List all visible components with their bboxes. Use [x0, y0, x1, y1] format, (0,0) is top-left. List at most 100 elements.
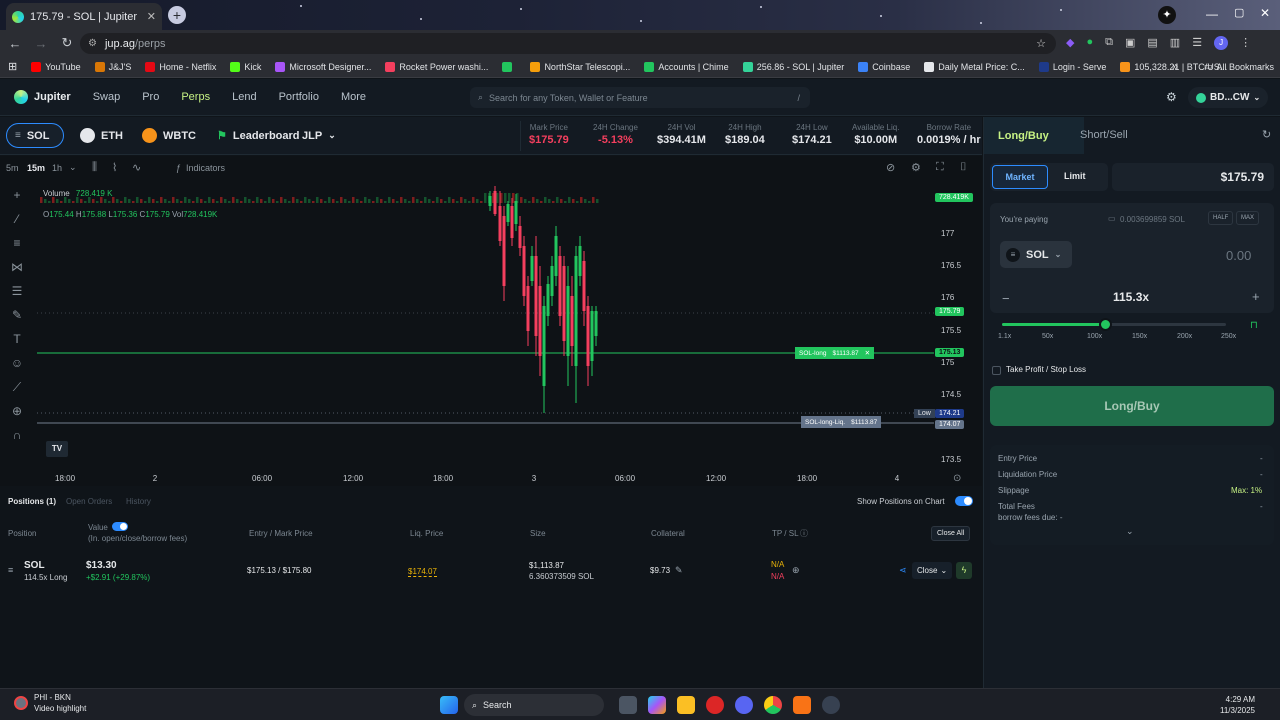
add-tpsl-icon[interactable]: ⊕	[792, 565, 800, 576]
lock-icon[interactable]: ⊓	[1250, 320, 1258, 331]
chevron-down-icon[interactable]: ⌄	[1126, 526, 1134, 537]
share-icon[interactable]: ⋖	[899, 565, 907, 576]
settings-gear-icon[interactable]: ⚙	[1166, 90, 1177, 104]
tab-long-buy[interactable]: Long/Buy	[984, 117, 1084, 154]
extension-icon[interactable]: ◆	[1066, 36, 1074, 50]
tab-history[interactable]: History	[126, 497, 151, 506]
bookmark-item[interactable]: NorthStar Telescopi...	[530, 61, 630, 72]
tpsl-checkbox[interactable]	[992, 366, 1001, 375]
bookmark-item[interactable]	[502, 61, 516, 72]
taskbar-search[interactable]: ⌕ Search	[464, 694, 604, 716]
bookmark-item[interactable]: J&J'S	[94, 61, 131, 72]
back-icon[interactable]: ←	[4, 36, 26, 51]
table-row[interactable]: ≡ SOL 114.5x Long $13.30 +$2.91 (+29.87%…	[0, 554, 982, 590]
refresh-icon[interactable]: ↻	[1262, 128, 1271, 141]
bookmark-item[interactable]: Login - Serve	[1038, 61, 1106, 72]
tab-wbtc[interactable]: WBTC	[142, 123, 196, 148]
notification-widget[interactable]: PHI - BKN Video highlight	[14, 692, 86, 714]
leverage-mark[interactable]: 100x	[1087, 333, 1102, 340]
max-button[interactable]: MAX	[1236, 211, 1260, 225]
bookmark-item[interactable]: Rocket Power washi...	[385, 61, 488, 72]
site-info-icon[interactable]: ⚙	[88, 38, 97, 49]
close-all-button[interactable]: Close All	[931, 526, 971, 541]
bookmark-item[interactable]: Kick	[230, 61, 261, 72]
tab-eth[interactable]: ETH	[80, 123, 123, 148]
app-icon[interactable]	[822, 696, 840, 714]
tab-sol[interactable]: ≡ SOL	[6, 123, 64, 148]
bookmark-item[interactable]: Daily Metal Price: C...	[924, 61, 1025, 72]
app-icon[interactable]	[793, 696, 811, 714]
edit-pencil-icon[interactable]: ✎	[675, 565, 683, 576]
nav-swap[interactable]: Swap	[93, 91, 121, 103]
jupiter-logo[interactable]: Jupiter	[14, 90, 71, 104]
token-selector[interactable]: ≡ SOL ⌄	[1000, 241, 1072, 268]
tab-close-icon[interactable]: ✕	[147, 10, 156, 23]
search-input[interactable]: ⌕ Search for any Token, Wallet or Featur…	[470, 87, 810, 108]
nav-pro[interactable]: Pro	[142, 91, 159, 103]
sidepanel-icon[interactable]: ▥	[1170, 36, 1180, 50]
bookmark-star-icon[interactable]: ☆	[1036, 37, 1046, 50]
lightning-icon[interactable]: ϟ	[956, 562, 972, 579]
position-line-label[interactable]: SOL-long $1113.87 ✕	[795, 347, 875, 359]
window-maximize-button[interactable]: ▢	[1234, 6, 1244, 19]
leverage-mark[interactable]: 150x	[1132, 333, 1147, 340]
jlp-dropdown[interactable]: JLP ⌄	[302, 123, 336, 148]
half-button[interactable]: HALF	[1208, 211, 1234, 225]
bookmark-item[interactable]: YouTube	[31, 61, 81, 72]
apps-grid-icon[interactable]: ⊞	[8, 60, 17, 73]
window-close-button[interactable]: ✕	[1260, 6, 1270, 20]
leverage-mark[interactable]: 1.1x	[998, 333, 1011, 340]
cast-icon[interactable]: ▤	[1147, 36, 1157, 50]
chart-canvas[interactable]	[0, 156, 982, 486]
tab-short-sell[interactable]: Short/Sell	[1080, 129, 1128, 141]
discord-icon[interactable]	[735, 696, 753, 714]
browser-tab-active[interactable]: 175.79 - SOL | Jupiter ✕	[6, 3, 162, 30]
chrome-icon[interactable]	[764, 696, 782, 714]
price-chart[interactable]: 5m 15m 1h ⌄ ⫼ ⌇ ∿ ƒ Indicators ⊘ ⚙ ⛶ ⌷ +…	[0, 156, 982, 486]
bookmarks-overflow-icon[interactable]: »	[1172, 61, 1178, 73]
tab-open-orders[interactable]: Open Orders	[66, 497, 112, 506]
bookmark-item[interactable]: Home - Netflix	[145, 61, 216, 72]
close-position-button[interactable]: Close ⌄	[912, 562, 953, 579]
windows-start-icon[interactable]	[440, 696, 458, 714]
puzzle-icon[interactable]: ⧉	[1105, 36, 1113, 50]
bookmark-item[interactable]: 256.86 - SOL | Jupiter	[742, 61, 844, 72]
leverage-increase-button[interactable]: +	[1252, 289, 1260, 304]
bookmark-item[interactable]: Accounts | Chime	[644, 61, 729, 72]
leverage-slider-thumb[interactable]	[1099, 318, 1113, 331]
extension-icon[interactable]: ●	[1086, 36, 1093, 50]
tradingview-logo-icon[interactable]: TV	[46, 441, 68, 457]
nav-perps[interactable]: Perps	[181, 91, 210, 103]
leverage-mark[interactable]: 50x	[1042, 333, 1053, 340]
menu-icon[interactable]: ⋮	[1240, 36, 1251, 50]
leaderboard-link[interactable]: ⚑ Leaderboard	[217, 123, 300, 148]
long-buy-submit-button[interactable]: Long/Buy	[990, 386, 1274, 426]
copilot-icon[interactable]	[648, 696, 666, 714]
nav-portfolio[interactable]: Portfolio	[279, 91, 319, 103]
nav-more[interactable]: More	[341, 91, 366, 103]
close-icon[interactable]: ✕	[865, 349, 870, 357]
nav-lend[interactable]: Lend	[232, 91, 256, 103]
profile-avatar[interactable]: J	[1214, 36, 1229, 50]
file-explorer-icon[interactable]	[677, 696, 695, 714]
leverage-mark[interactable]: 250x	[1221, 333, 1236, 340]
reading-list-icon[interactable]: ☰	[1192, 36, 1202, 50]
extension-icon[interactable]: ▣	[1125, 36, 1135, 50]
leverage-slider[interactable]	[1002, 318, 1226, 331]
new-tab-button[interactable]: +	[168, 6, 186, 24]
window-minimize-button[interactable]: —	[1206, 7, 1218, 21]
leverage-mark[interactable]: 200x	[1177, 333, 1192, 340]
tab-positions[interactable]: Positions (1)	[8, 497, 56, 506]
market-button[interactable]: Market	[992, 165, 1048, 189]
show-positions-toggle[interactable]	[955, 496, 973, 506]
all-bookmarks[interactable]: ▭ All Bookmarks	[1204, 61, 1274, 72]
bookmark-item[interactable]: Coinbase	[858, 61, 910, 72]
leverage-decrease-button[interactable]: −	[1002, 291, 1010, 306]
value-toggle[interactable]	[112, 522, 128, 531]
limit-button[interactable]: Limit	[1064, 171, 1086, 181]
reload-icon[interactable]: ↻	[56, 35, 78, 51]
opera-icon[interactable]	[706, 696, 724, 714]
bookmark-item[interactable]: Microsoft Designer...	[275, 61, 371, 72]
wallet-button[interactable]: BD...CW ⌄	[1188, 87, 1269, 108]
address-bar[interactable]: ⚙ jup.ag /perps ☆	[80, 33, 1056, 54]
